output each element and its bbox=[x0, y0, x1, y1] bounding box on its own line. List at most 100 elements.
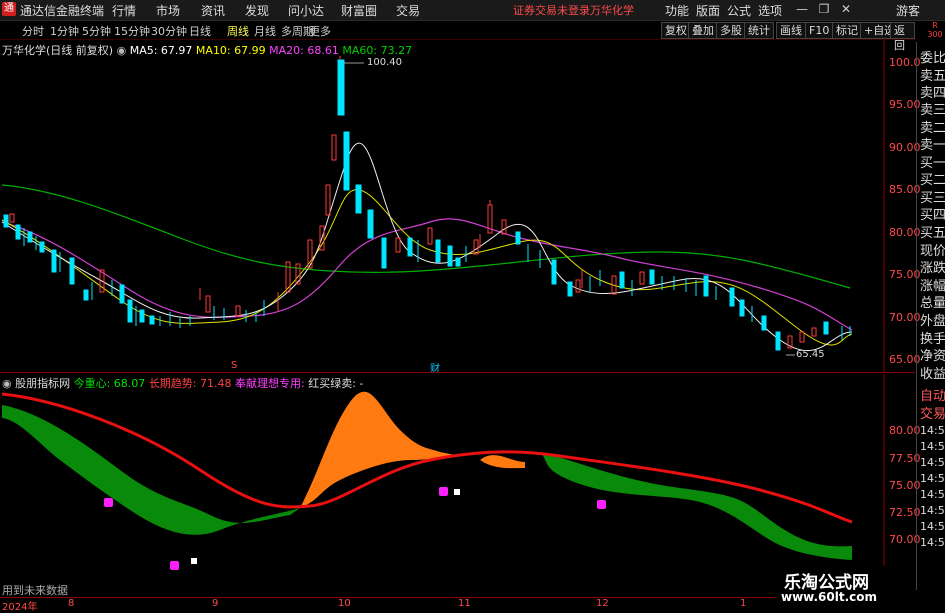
panel-buy4[interactable]: 买四 bbox=[920, 204, 945, 223]
huaxian-button[interactable]: 画线 bbox=[776, 22, 806, 39]
date-label: 2024年 bbox=[2, 602, 38, 613]
panel-earnings[interactable]: 收益 bbox=[920, 363, 945, 382]
menu-wenxiaoda[interactable]: 问小达 bbox=[288, 2, 324, 19]
tick-time: 14:56 bbox=[920, 488, 945, 501]
corner-badge-r: R bbox=[932, 21, 938, 30]
tick-time: 14:56 bbox=[920, 536, 945, 549]
panel-buy2[interactable]: 买二 bbox=[920, 169, 945, 188]
menu-banmian[interactable]: 版面 bbox=[696, 2, 720, 19]
guest-label[interactable]: 游客 bbox=[896, 2, 920, 19]
menu-jiaoyi[interactable]: 交易 bbox=[396, 2, 420, 19]
date-label: 10 bbox=[338, 598, 351, 609]
diejia-button[interactable]: 叠加 bbox=[688, 22, 718, 39]
tab-weekly[interactable]: 月线 bbox=[254, 23, 276, 39]
tab-30min[interactable]: 30分钟 bbox=[151, 23, 187, 39]
gravity-value: 今重心: 68.07 bbox=[73, 377, 146, 390]
green-band bbox=[2, 405, 300, 535]
ma60-line bbox=[1, 184, 851, 289]
watermark: 乐淘公式网 www.60lt.com bbox=[776, 566, 916, 606]
ma10-value: MA10: 67.99 bbox=[195, 44, 266, 57]
low-price-label: 65.45 bbox=[796, 349, 825, 360]
menu-xuanxiang[interactable]: 选项 bbox=[758, 2, 782, 19]
date-label: 1 bbox=[740, 598, 747, 609]
quote-side-panel: 委比 卖五 卖四 卖三 卖二 卖一 买一 买二 买三 买四 买五 现价 涨跌 涨… bbox=[916, 42, 945, 590]
panel-outside[interactable]: 外盘 bbox=[920, 310, 945, 329]
ma5-value: MA5: 67.97 bbox=[129, 44, 193, 57]
ma60-value: MA60: 73.27 bbox=[342, 44, 413, 57]
tick-time: 14:56 bbox=[920, 472, 945, 485]
panel-sell3[interactable]: 卖三 bbox=[920, 99, 945, 118]
panel-volume[interactable]: 总量 bbox=[920, 292, 945, 311]
menu-zixun[interactable]: 资讯 bbox=[201, 2, 225, 19]
credit-label: 奉献理想专用: bbox=[235, 377, 305, 390]
menu-faxian[interactable]: 发现 bbox=[245, 2, 269, 19]
future-data-note: 用到未来数据 bbox=[2, 584, 68, 597]
app-title: 通达信金融终端 bbox=[20, 4, 105, 18]
close-icon[interactable]: ✕ bbox=[838, 1, 854, 17]
tongji-button[interactable]: 统计 bbox=[744, 22, 774, 39]
hongmai-label: 红买绿卖: - bbox=[308, 377, 364, 390]
tick-time: 14:56 bbox=[920, 440, 945, 453]
period-tabbar: 分时 1分钟 5分钟 15分钟 30分钟 日线 周线 月线 多周期 更多 复权 … bbox=[0, 21, 915, 52]
tab-1min[interactable]: 1分钟 bbox=[50, 23, 79, 39]
main-title-line: 万华化学(日线 前复权) ◉ MA5: 67.97 MA10: 67.99 MA… bbox=[2, 42, 412, 58]
corner-badge: R 300 bbox=[925, 21, 945, 39]
restore-icon[interactable]: ❐ bbox=[816, 1, 832, 17]
back-button[interactable]: 返回 bbox=[890, 22, 915, 52]
auto-label[interactable]: 自动 bbox=[920, 385, 945, 404]
tick-time: 14:56 bbox=[920, 504, 945, 517]
tab-multi[interactable]: 更多 bbox=[309, 23, 331, 39]
menu-gongneng[interactable]: 功能 bbox=[665, 2, 689, 19]
watermark-url: www.60lt.com bbox=[781, 590, 878, 604]
menu-hangqing[interactable]: 行情 bbox=[112, 2, 136, 19]
app-logo: 通 bbox=[2, 2, 16, 16]
panel-buy5[interactable]: 买五 bbox=[920, 222, 945, 241]
trend-value: 长期趋势: 71.48 bbox=[148, 377, 232, 390]
buy-sell-markers bbox=[104, 487, 782, 594]
tick-time: 14:56 bbox=[920, 520, 945, 533]
green-band-right bbox=[540, 452, 852, 560]
candles bbox=[3, 56, 851, 351]
tab-daily[interactable]: 周线 bbox=[227, 23, 249, 39]
indicator-name: 股朋指标网 bbox=[15, 377, 71, 390]
tick-time: 14:56 bbox=[920, 424, 945, 437]
panel-sell1[interactable]: 卖一 bbox=[920, 134, 945, 153]
date-label: 12 bbox=[596, 598, 609, 609]
date-label: 8 bbox=[68, 598, 75, 609]
indicator-settings-icon[interactable]: ◉ bbox=[2, 377, 12, 390]
login-status[interactable]: 证券交易未登录 bbox=[513, 2, 590, 18]
indicator-chart[interactable] bbox=[0, 374, 915, 596]
date-label: 11 bbox=[458, 598, 471, 609]
tab-fenshi[interactable]: 分时 bbox=[22, 23, 44, 39]
orange-band bbox=[300, 391, 460, 508]
high-price-label: 100.40 bbox=[367, 57, 402, 68]
menu-caifuquan[interactable]: 财富圈 bbox=[341, 2, 377, 19]
candlestick-chart[interactable] bbox=[0, 40, 915, 372]
biaoji-button[interactable]: 标记 bbox=[832, 22, 862, 39]
menu-gongshi[interactable]: 公式 bbox=[727, 2, 751, 19]
panel-change[interactable]: 涨跌 bbox=[920, 257, 945, 276]
panel-netasset[interactable]: 净资 bbox=[920, 345, 945, 364]
tab-60min[interactable]: 日线 bbox=[189, 23, 211, 39]
ma20-value: MA20: 68.61 bbox=[269, 44, 339, 57]
duogu-button[interactable]: 多股 bbox=[716, 22, 746, 39]
date-label: 9 bbox=[212, 598, 219, 609]
stock-name: 万华化学 bbox=[590, 4, 634, 17]
signal-s-marker: S bbox=[231, 360, 238, 371]
panel-divider bbox=[0, 372, 915, 373]
minimize-icon[interactable]: — bbox=[794, 1, 810, 17]
indicator-legend: ◉ 股朋指标网 今重心: 68.07 长期趋势: 71.48 奉献理想专用: 红… bbox=[2, 375, 363, 391]
title-bar: 通 通达信金融终端 行情 市场 资讯 发现 问小达 财富圈 交易 证券交易未登录… bbox=[0, 0, 945, 21]
corner-badge-300: 300 bbox=[927, 30, 943, 39]
panel-weibi[interactable]: 委比 bbox=[920, 47, 945, 66]
trade-label[interactable]: 交易 bbox=[920, 403, 945, 422]
menu-shichang[interactable]: 市场 bbox=[156, 2, 180, 19]
stock-title: 万华化学(日线 前复权) bbox=[2, 44, 114, 57]
f10-button[interactable]: F10 bbox=[805, 22, 834, 39]
tab-5min[interactable]: 5分钟 bbox=[82, 23, 111, 39]
fuquan-button[interactable]: 复权 bbox=[661, 22, 691, 39]
settings-icon[interactable]: ◉ bbox=[117, 44, 127, 57]
tab-15min[interactable]: 15分钟 bbox=[114, 23, 150, 39]
tick-time: 14:56 bbox=[920, 456, 945, 469]
orange-band-small bbox=[480, 455, 525, 469]
